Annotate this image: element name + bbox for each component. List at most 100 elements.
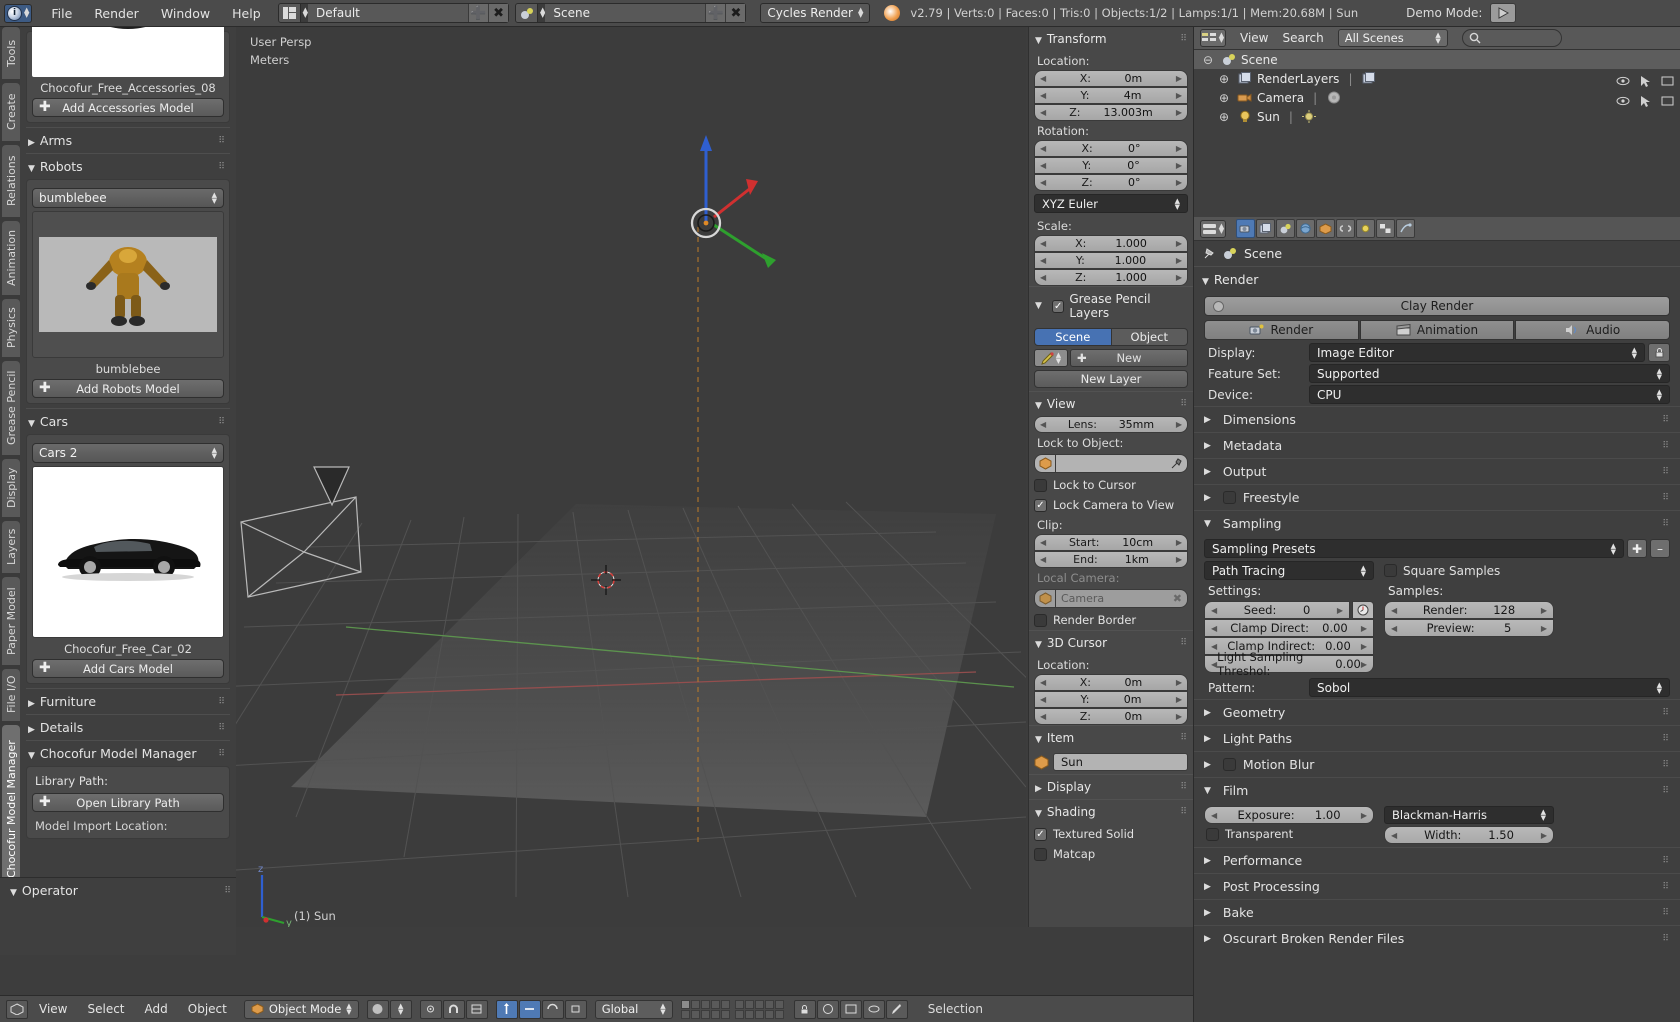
snap-target-button[interactable] [465, 999, 488, 1019]
display-lock-button[interactable] [1648, 343, 1670, 362]
remove-preset-button[interactable]: – [1650, 539, 1670, 558]
outliner-search-input[interactable] [1461, 29, 1562, 47]
arrow-right-icon[interactable]: ▶ [1176, 555, 1182, 564]
gp-new-button[interactable]: ✚ New [1070, 349, 1188, 367]
robots-model-dropdown[interactable]: bumblebee ▲ ▼ [32, 188, 224, 208]
layer-cell[interactable] [734, 999, 744, 1009]
section-model-manager[interactable]: ▼ Chocofur Model Manager ⠿ [26, 740, 230, 766]
matcap-row[interactable]: Matcap [1029, 844, 1193, 864]
pivot-point-button[interactable] [419, 999, 442, 1019]
cursor-y-field[interactable]: ◀ Y: 0m ▶ [1034, 691, 1188, 708]
arrow-left-icon[interactable]: ◀ [1040, 555, 1046, 564]
arrow-right-icon[interactable]: ▶ [1361, 660, 1367, 669]
cursor-arrow-icon[interactable] [1640, 75, 1651, 91]
rotation-x-field[interactable]: ◀ X: 0° ▶ [1034, 140, 1188, 157]
arrow-left-icon[interactable]: ◀ [1040, 538, 1046, 547]
clear-icon[interactable]: ✖ [1173, 592, 1182, 605]
editor-type-button[interactable]: ▲ ▼ [1200, 29, 1226, 47]
shading-solid-button[interactable] [366, 999, 389, 1019]
section-motion-blur[interactable]: ▶ Motion Blur ⠿ [1194, 751, 1680, 777]
add-robots-model-button[interactable]: ✚ Add Robots Model [32, 379, 224, 398]
arrow-right-icon[interactable]: ▶ [1176, 678, 1182, 687]
layer-cell[interactable] [764, 999, 774, 1009]
arrow-right-icon[interactable]: ▶ [1361, 624, 1367, 633]
animate-seed-button[interactable] [1352, 601, 1374, 619]
scene-selector[interactable]: ▲ ▼ Scene ➕ ✖ [515, 3, 747, 23]
clip-start-field[interactable]: ◀ Start: 10cm ▶ [1034, 534, 1188, 551]
layer-cell[interactable] [774, 1009, 784, 1019]
toggle-overlays-button[interactable] [862, 999, 885, 1019]
arrow-right-icon[interactable]: ▶ [1361, 642, 1367, 651]
outliner-row-scene[interactable]: ⊖ Scene [1194, 50, 1680, 69]
expand-toggle-icon[interactable]: ⊕ [1216, 110, 1232, 124]
arrow-left-icon[interactable]: ◀ [1211, 606, 1217, 615]
open-library-path-button[interactable]: ✚ Open Library Path [32, 793, 224, 812]
tab-physics[interactable]: Physics [2, 299, 20, 357]
tab-render[interactable] [1236, 219, 1255, 238]
render-samples-field[interactable]: ◀ Render: 128 ▶ [1384, 601, 1554, 619]
tab-animation[interactable]: Animation [2, 221, 20, 295]
textured-solid-row[interactable]: ✓ Textured Solid [1029, 824, 1193, 844]
scale-y-field[interactable]: ◀ Y: 1.000 ▶ [1034, 252, 1188, 269]
section-details[interactable]: ▶ Details ⠿ [26, 714, 230, 740]
arrow-left-icon[interactable]: ◀ [1391, 606, 1397, 615]
screen-layout-selector[interactable]: ▲ ▼ Default ➕ ✖ [277, 3, 510, 23]
menu-file[interactable]: File [40, 3, 83, 24]
matcap-checkbox[interactable] [1034, 847, 1047, 861]
layer-cell[interactable] [700, 999, 710, 1009]
location-z-field[interactable]: ◀ Z: 13.003m ▶ [1034, 104, 1188, 121]
manipulator-scale-button[interactable] [564, 999, 587, 1019]
location-x-field[interactable]: ◀ X: 0m ▶ [1034, 70, 1188, 87]
demo-play-button[interactable] [1490, 3, 1517, 23]
arrow-left-icon[interactable]: ◀ [1040, 695, 1046, 704]
arrow-left-icon[interactable]: ◀ [1040, 256, 1046, 265]
tab-constraints[interactable] [1336, 219, 1355, 238]
layer-cell[interactable] [710, 1009, 720, 1019]
arrow-left-icon[interactable]: ◀ [1040, 91, 1046, 100]
arrow-left-icon[interactable]: ◀ [1211, 624, 1217, 633]
render-engine-selector[interactable]: Cycles Render ▲ ▼ [760, 3, 871, 23]
layer-cell[interactable] [744, 999, 754, 1009]
scale-x-field[interactable]: ◀ X: 1.000 ▶ [1034, 235, 1188, 252]
gp-tab-object[interactable]: Object [1111, 328, 1188, 346]
tab-grease-pencil[interactable]: Grease Pencil [2, 361, 20, 455]
view-header[interactable]: ▼ View ⠿ [1029, 391, 1193, 416]
section-film[interactable]: ▼ Film ⠿ [1194, 777, 1680, 803]
camera-data-icon[interactable] [1326, 90, 1341, 105]
tab-paper-model[interactable]: Paper Model [2, 577, 20, 665]
arrow-right-icon[interactable]: ▶ [1176, 420, 1182, 429]
outliner-display-mode[interactable]: All Scenes ▲ ▼ [1337, 29, 1448, 47]
layer-cell[interactable] [700, 1009, 710, 1019]
arrow-right-icon[interactable]: ▶ [1176, 108, 1182, 117]
preview-samples-field[interactable]: ◀ Preview: 5 ▶ [1384, 619, 1554, 637]
layer-cell[interactable] [680, 999, 690, 1009]
delete-scene-button[interactable]: ✖ [725, 4, 746, 22]
sampling-presets-select[interactable]: Sampling Presets ▲ ▼ [1204, 539, 1624, 558]
snap-magnet-button[interactable] [442, 999, 465, 1019]
section-post-processing[interactable]: ▶ Post Processing ⠿ [1194, 873, 1680, 899]
gp-brush-selector[interactable]: ▲ ▼ [1034, 349, 1068, 367]
section-bake[interactable]: ▶ Bake ⠿ [1194, 899, 1680, 925]
grease-pencil-button[interactable] [885, 999, 908, 1019]
add-cars-model-button[interactable]: ✚ Add Cars Model [32, 659, 224, 678]
arrow-right-icon[interactable]: ▶ [1176, 239, 1182, 248]
arrow-right-icon[interactable]: ▶ [1541, 624, 1547, 633]
lock-scene-button[interactable] [793, 999, 816, 1019]
eye-icon[interactable] [1616, 95, 1630, 111]
footer-menu-select[interactable]: Select [78, 999, 133, 1019]
scene-name[interactable]: Scene [545, 4, 706, 22]
tab-relations[interactable]: Relations [2, 145, 20, 217]
arrow-left-icon[interactable]: ◀ [1391, 624, 1397, 633]
gp-tab-scene[interactable]: Scene [1034, 328, 1112, 346]
square-samples-row[interactable]: Square Samples [1384, 564, 1500, 578]
rotation-y-field[interactable]: ◀ Y: 0° ▶ [1034, 157, 1188, 174]
lock-camera-row[interactable]: ✓ Lock Camera to View [1029, 495, 1193, 515]
arrow-right-icon[interactable]: ▶ [1176, 161, 1182, 170]
section-geometry[interactable]: ▶ Geometry ⠿ [1194, 699, 1680, 725]
square-samples-checkbox[interactable] [1384, 564, 1397, 577]
exposure-field[interactable]: ◀ Exposure: 1.00 ▶ [1204, 806, 1374, 824]
outliner-row-sun[interactable]: ⊕ Sun | [1194, 107, 1680, 126]
editor-type-button[interactable] [6, 999, 28, 1019]
add-preset-button[interactable]: ✚ [1627, 539, 1647, 558]
light-threshold-field[interactable]: ◀ Light Sampling Threshol: 0.00 ▶ [1204, 650, 1374, 678]
